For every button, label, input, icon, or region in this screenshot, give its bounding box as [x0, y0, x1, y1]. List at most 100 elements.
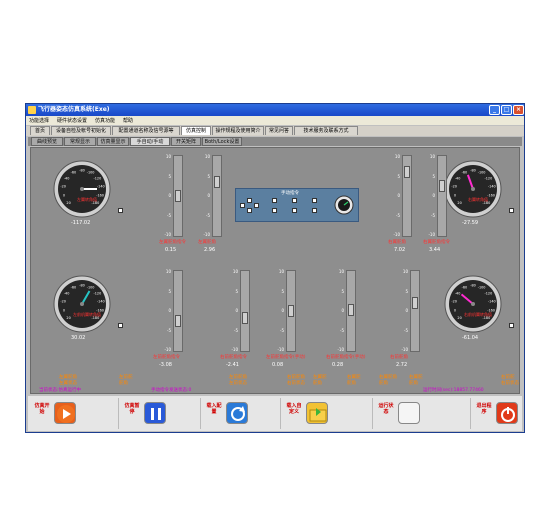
gauge-tick-label: 20: [66, 201, 70, 205]
slider-track[interactable]: [212, 155, 222, 237]
slider-thumb[interactable]: [412, 296, 418, 309]
slider-track[interactable]: [240, 270, 250, 352]
slider-tick-label: 0: [405, 308, 408, 313]
gauge-reset-button[interactable]: [509, 208, 514, 213]
gauge-1: 200-20-40-60-80-100-120-140-160-180左翼转角值: [53, 160, 111, 218]
slider-label: 右翼舵角指令: [423, 240, 450, 245]
gauge-tick-label: -20: [451, 185, 457, 189]
cmd-a-button[interactable]: [272, 198, 277, 203]
cmd-b-button[interactable]: [272, 208, 277, 213]
dir-right-button[interactable]: [254, 203, 259, 208]
knob-icon[interactable]: [334, 195, 354, 215]
pause-icon[interactable]: [144, 402, 166, 424]
slider-thumb[interactable]: [288, 305, 294, 317]
dir-down-button[interactable]: [247, 208, 252, 213]
tab-self-check[interactable]: 设备自检及帐号初始化: [51, 126, 111, 135]
gauge-tick-label: -60: [462, 286, 468, 290]
slider-tick-label: 10: [402, 269, 408, 274]
slider-track[interactable]: [173, 155, 183, 237]
tab-support[interactable]: 技术服务及联系方式: [294, 126, 358, 135]
slider-track[interactable]: [402, 155, 412, 237]
refresh-icon[interactable]: [226, 402, 248, 424]
slider-track[interactable]: [410, 270, 420, 352]
close-icon[interactable]: ×: [513, 105, 524, 115]
gauge-value: 30.02: [71, 335, 86, 341]
subtab-both-lock[interactable]: Both/Lock设置: [202, 137, 242, 146]
gauge-reset-button[interactable]: [509, 323, 514, 328]
slider-label: 右前舵角指令: [220, 355, 247, 360]
gauge-tick-label: -40: [64, 176, 70, 180]
slider-scale: 10 5 0 -5 -10: [230, 270, 238, 352]
tab-channel-config[interactable]: 配置通道名称及信号源等: [112, 126, 180, 135]
slider-thumb[interactable]: [404, 166, 410, 179]
gauge-reset-button[interactable]: [118, 208, 123, 213]
gauge-value: -61.04: [462, 335, 479, 341]
status-label: 右前状态: [287, 381, 305, 386]
tab-guide[interactable]: 操作规程及使用简介: [212, 126, 264, 135]
toolbar-separator: [118, 398, 119, 429]
slider-tick-label: 5: [168, 173, 171, 179]
dir-up-button[interactable]: [247, 198, 252, 203]
slider-thumb[interactable]: [214, 176, 220, 189]
gauge-tick-label: -160: [487, 193, 495, 197]
slider-thumb[interactable]: [175, 315, 181, 328]
subtab-sim-values[interactable]: 仿真量显示: [97, 137, 129, 146]
gauge-tick-label: -140: [97, 300, 105, 304]
slider-thumb[interactable]: [242, 311, 248, 324]
cmd-f-button[interactable]: [312, 208, 317, 213]
slider-tick-label: 5: [397, 173, 400, 179]
slider-thumb[interactable]: [439, 179, 445, 192]
status-label: 舵角: [313, 381, 322, 386]
gauge-tick-label: -140: [488, 300, 496, 304]
slider-value: 0.28: [332, 362, 344, 368]
slider-tick-label: -10: [164, 232, 171, 237]
bottom-button-label: 仿真暂停: [124, 403, 140, 415]
menu-item[interactable]: 功能选择: [29, 117, 49, 124]
slider-thumb[interactable]: [175, 190, 181, 202]
tab-sim-control[interactable]: 仿真控制: [181, 126, 211, 135]
gauge-tick-label: -20: [60, 185, 66, 189]
play-icon[interactable]: [54, 402, 76, 424]
slider-tick-label: 0: [168, 308, 171, 313]
menu-item[interactable]: 帮助: [123, 117, 133, 124]
dir-left-button[interactable]: [240, 203, 245, 208]
slider-scale: 10 5 0 -5 -10: [276, 270, 284, 352]
tab-home[interactable]: 首页: [30, 126, 50, 135]
gauge-reset-button[interactable]: [118, 323, 123, 328]
menu-bar: 功能选择 硬件状态设置 仿真功能 帮助: [26, 116, 524, 125]
gauge-tick-label: -80: [470, 284, 476, 288]
subtab-switch-matrix[interactable]: 开关矩阵: [171, 137, 201, 146]
subtab-manual[interactable]: 手自动/手动: [130, 137, 170, 146]
minimize-icon[interactable]: _: [489, 105, 500, 115]
title-bar[interactable]: 飞行器姿态仿真系统(Exe) _ □ ×: [26, 104, 524, 116]
cmd-d-button[interactable]: [292, 208, 297, 213]
slider-tick-label: 5: [432, 173, 435, 179]
slider-scale: 10 5 0 -5 -10: [400, 270, 408, 352]
slider-track[interactable]: [346, 270, 356, 352]
menu-item[interactable]: 硬件状态设置: [57, 117, 87, 124]
toolbar-separator: [280, 398, 281, 429]
gauge-tick-label: -80: [470, 169, 476, 173]
slider-tick-label: 10: [204, 154, 210, 159]
cmd-e-button[interactable]: [312, 198, 317, 203]
cmd-c-button[interactable]: [292, 198, 297, 203]
status-label: 左翼状态: [59, 381, 77, 386]
slider-tick-label: -10: [203, 232, 210, 237]
maximize-icon[interactable]: □: [501, 105, 512, 115]
menu-item[interactable]: 仿真功能: [95, 117, 115, 124]
tab-faq[interactable]: 常见问答: [265, 126, 293, 135]
subtab-normal[interactable]: 常规显示: [64, 137, 96, 146]
gauge-tick-label: 20: [457, 316, 461, 320]
power-icon[interactable]: [496, 402, 518, 424]
folder-icon[interactable]: [306, 402, 328, 424]
slider-thumb[interactable]: [348, 303, 354, 316]
slider-track[interactable]: [437, 155, 447, 237]
gauge-tick-label: -100: [478, 286, 486, 290]
subtab-curves[interactable]: 曲线预览: [31, 137, 63, 146]
slider-track[interactable]: [173, 270, 183, 352]
slider-track[interactable]: [286, 270, 296, 352]
slider-value: 7.02: [394, 247, 406, 253]
status-icon[interactable]: [398, 402, 420, 424]
slider-tick-label: -5: [167, 327, 171, 333]
gauge-hub: [80, 302, 84, 306]
